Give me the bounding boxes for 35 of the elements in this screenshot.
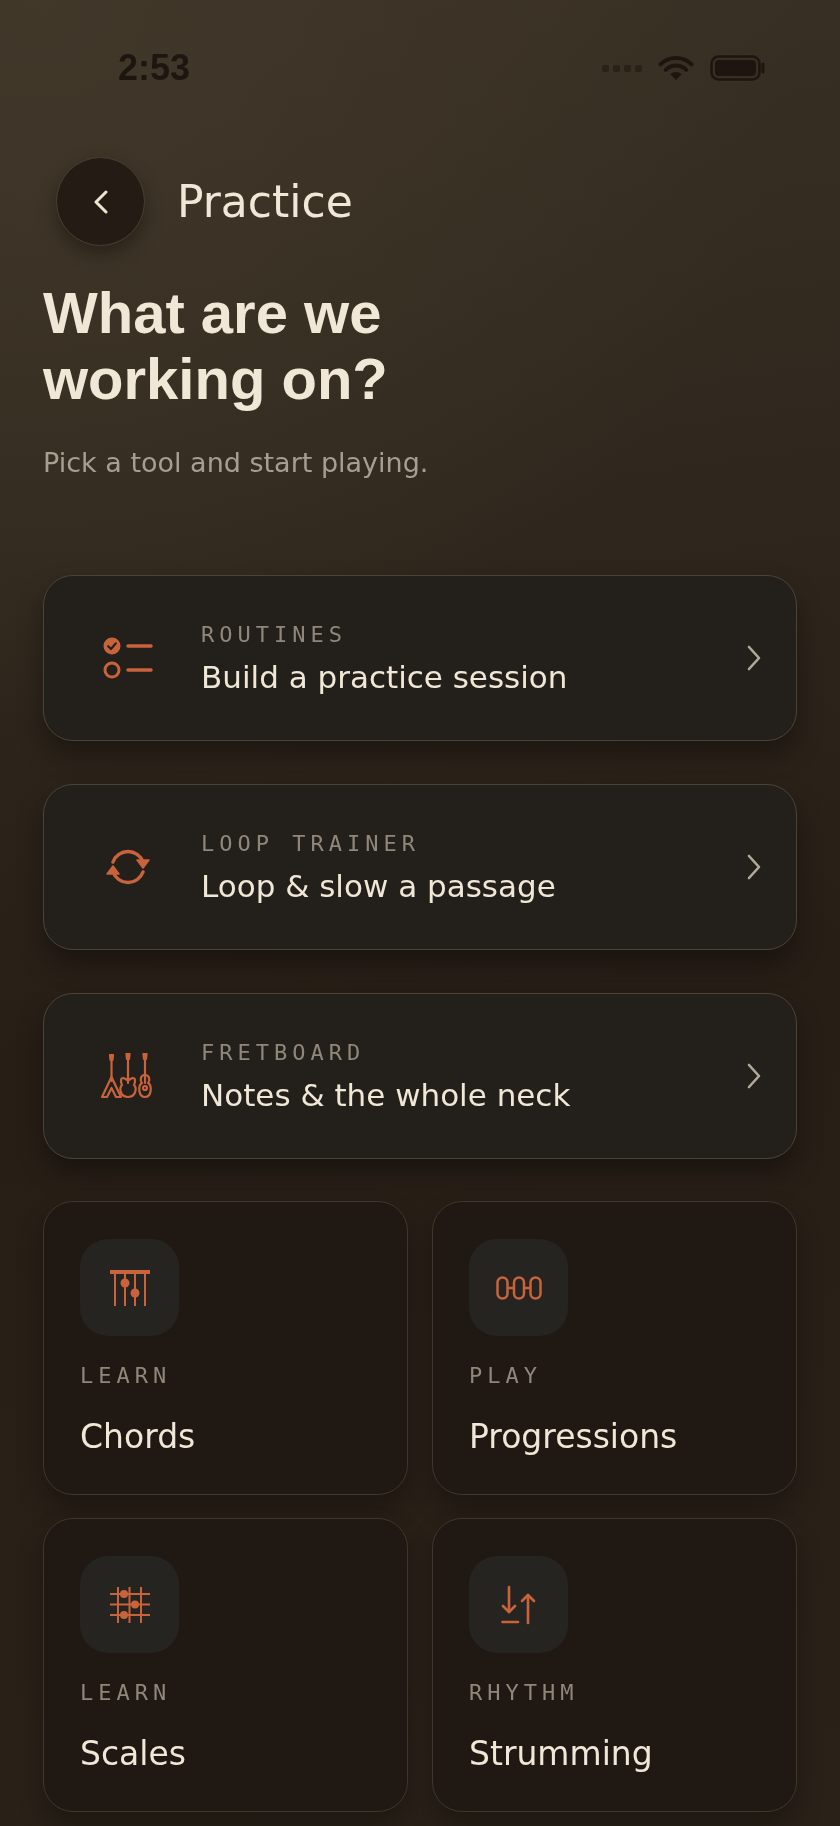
card-title: Scales [80,1734,186,1774]
screen-title: Practice [177,175,353,228]
tool-card[interactable]: ROUTINES Build a practice session [43,575,797,741]
fretboard-grid-icon [80,1556,179,1653]
tool-card[interactable]: FRETBOARD Notes & the whole neck [43,993,797,1159]
chevron-right-icon [747,1063,761,1089]
chevron-right-icon [747,854,761,880]
category-label: LOOP TRAINER [201,830,420,857]
category-label: RHYTHM [469,1681,579,1705]
page-subtitle: Pick a tool and start playing. [43,446,430,480]
category-label: LEARN [80,1681,172,1705]
category-card[interactable]: RHYTHM Strumming [432,1518,797,1812]
up-down-arrows-icon [469,1556,568,1653]
card-title: Strumming [469,1734,653,1774]
card-title: Notes & the whole neck [201,1076,571,1113]
chevron-left-icon [93,189,108,214]
category-label: LEARN [80,1364,172,1388]
chord-diagram-icon [80,1239,179,1336]
battery-icon [710,55,766,81]
card-title: Loop & slow a passage [201,867,556,904]
card-title: Chords [80,1417,196,1457]
checklist-icon [103,636,153,680]
category-label: ROUTINES [201,621,347,648]
chevron-right-icon [747,645,761,671]
linked-circles-icon [469,1239,568,1336]
category-label: FRETBOARD [201,1039,366,1066]
category-card[interactable]: LEARN Scales [43,1518,408,1812]
tool-card[interactable]: LOOP TRAINER Loop & slow a passage [43,784,797,950]
category-card[interactable]: PLAY Progressions [432,1201,797,1495]
category-label: PLAY [469,1364,542,1388]
card-title: Build a practice session [201,658,568,695]
card-title: Progressions [469,1417,678,1457]
category-card[interactable]: LEARN Chords [43,1201,408,1495]
wifi-icon [658,55,694,81]
page-heading: What are we working on? [43,280,389,412]
